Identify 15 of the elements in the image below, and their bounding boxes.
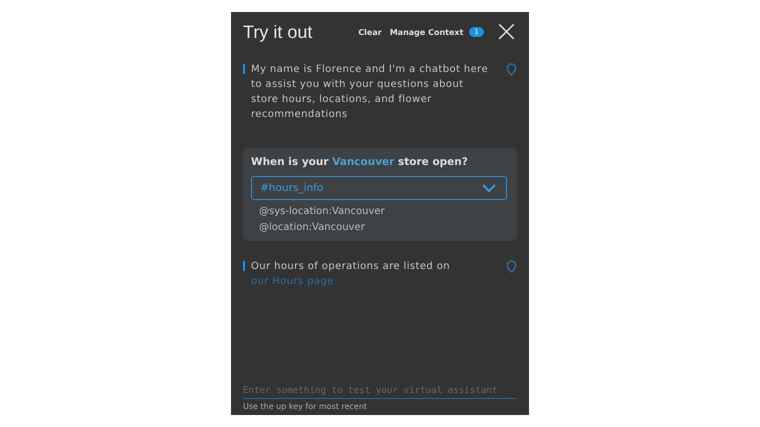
manage-context-button[interactable]: Manage Context [386,26,468,38]
user-message: When is your Vancouver store open? [251,156,469,168]
bot-message: Our hours of operations are listed on our Hours page [251,260,451,289]
chevron-down-icon [482,184,496,192]
input-hint: Use the up key for most recent [243,402,368,411]
bot-message: My name is Florence and I'm a chatbot here to assist you with your questions about store hours, locations, and flower recommendations [251,63,488,122]
clear-button[interactable]: Clear [354,26,386,38]
message-marker [243,261,245,271]
message-marker [243,64,245,74]
panel-title: Try it out [243,22,312,42]
entity-label: @location:Vancouver [258,221,366,235]
entity-label: @sys-location:Vancouver [258,205,386,219]
close-button[interactable]: × [492,19,521,45]
location-pin-icon [506,260,517,273]
location-pin-icon [506,63,517,76]
